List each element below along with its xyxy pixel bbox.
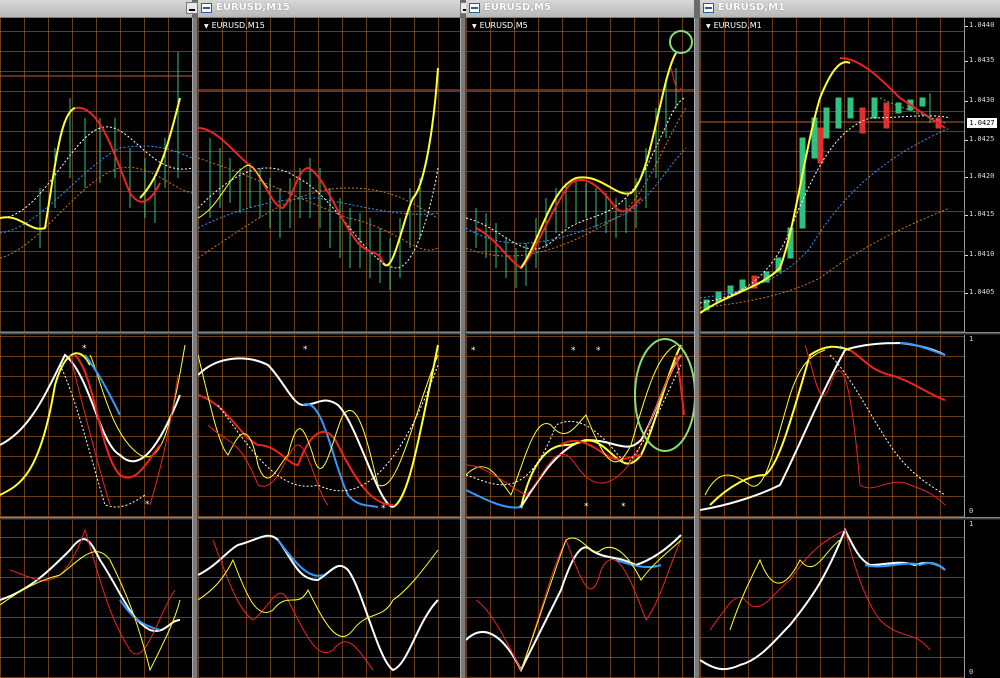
- oscillator-scale-1[interactable]: 1 0: [964, 335, 1000, 517]
- svg-text:*: *: [621, 502, 626, 512]
- oscillator-chart-1: * *: [198, 344, 439, 514]
- oscillator-pane-2[interactable]: [198, 520, 460, 678]
- price-pane[interactable]: EURUSD,M15: [198, 18, 460, 332]
- svg-text:*: *: [519, 504, 524, 514]
- window-title: EURUSD,M5: [484, 2, 551, 13]
- window-titlebar[interactable]: [0, 0, 198, 18]
- oscillator-pane-1[interactable]: *: [700, 335, 1000, 517]
- oscillator-pane-1[interactable]: * *: [0, 335, 192, 517]
- price-chart: [0, 52, 192, 259]
- oscillator-scale-bottom: 0: [969, 668, 974, 676]
- ma-dotted-white: [0, 126, 192, 219]
- oscillator-pane-2[interactable]: [0, 520, 192, 678]
- svg-text:*: *: [838, 345, 843, 355]
- window-titlebar[interactable]: EURUSD,M5: [466, 0, 694, 18]
- oscillator-pane-2[interactable]: [700, 520, 1000, 678]
- candles: [39, 52, 179, 248]
- oscillator-chart-2: [700, 527, 946, 671]
- oscillator-chart-2: [466, 534, 682, 673]
- oscillator-chart-2: [0, 528, 181, 672]
- chart-window-icon: [201, 3, 212, 13]
- window-title: EURUSD,M15: [216, 2, 290, 13]
- svg-text:*: *: [596, 346, 601, 356]
- oscillator-pane-1[interactable]: * *: [198, 335, 460, 517]
- price-chart: [700, 57, 964, 314]
- price-pane[interactable]: EURUSD,M5: [466, 18, 694, 332]
- chart-window-icon: [703, 3, 714, 13]
- oscillator-chart-1: * * * * * *: [466, 338, 694, 514]
- svg-text:*: *: [571, 346, 576, 356]
- price-chart: [198, 67, 460, 290]
- svg-text:*: *: [584, 502, 589, 512]
- price-tick: 1.0415: [969, 210, 995, 218]
- price-pane[interactable]: [0, 18, 192, 332]
- window-title: EURUSD,M1: [718, 2, 785, 13]
- current-price-label: 1.0427: [967, 118, 997, 128]
- price-tick: 1.0440: [969, 21, 995, 29]
- ma-yellow: [0, 97, 181, 230]
- price-scale[interactable]: 1.0440 1.0435 1.0430 1.0427 1.0425 1.042…: [964, 18, 1000, 332]
- svg-text:*: *: [381, 504, 386, 514]
- price-tick: 1.0435: [969, 56, 995, 64]
- oscillator-chart-2: [198, 534, 439, 672]
- price-chart: [466, 30, 694, 288]
- window-titlebar[interactable]: EURUSD,M1: [700, 0, 1000, 18]
- oscillator-scale-top: 1: [969, 335, 974, 343]
- price-pane[interactable]: EURUSD,M1: [700, 18, 1000, 332]
- chart-window-m15[interactable]: EURUSD,M15 EURUSD,M15: [198, 0, 472, 678]
- chart-window-m5[interactable]: EURUSD,M5 EURUSD,M5: [466, 0, 694, 678]
- price-tick: 1.0410: [969, 250, 995, 258]
- price-tick: 1.0420: [969, 172, 995, 180]
- oscillator-scale-top: 1: [969, 520, 974, 528]
- oscillator-pane-1[interactable]: * * * * * *: [466, 335, 694, 517]
- chart-window-m1[interactable]: EURUSD,M1 EURUSD,M1: [700, 0, 1000, 678]
- oscillator-pane-2[interactable]: [466, 520, 694, 678]
- svg-text:*: *: [145, 500, 150, 510]
- window-titlebar[interactable]: EURUSD,M15: [198, 0, 472, 18]
- oscillator-scale-bottom: 0: [969, 507, 974, 515]
- minimize-button[interactable]: [186, 2, 198, 14]
- price-tick: 1.0430: [969, 96, 995, 104]
- chart-window-icon: [469, 3, 480, 13]
- ma-dotted-orange: [0, 166, 192, 259]
- candles-bull: [703, 93, 931, 311]
- oscillator-chart-1: *: [700, 341, 946, 511]
- price-tick: 1.0405: [969, 288, 995, 296]
- oscillator-chart-1: * *: [0, 344, 186, 510]
- price-tick: 1.0425: [969, 135, 995, 143]
- highlight-circle: [669, 30, 693, 54]
- oscillator-scale-2[interactable]: 1 0: [964, 520, 1000, 678]
- chart-window-partial[interactable]: * *: [0, 0, 198, 678]
- svg-text:*: *: [471, 346, 476, 356]
- svg-text:*: *: [303, 345, 308, 355]
- svg-text:*: *: [82, 344, 87, 354]
